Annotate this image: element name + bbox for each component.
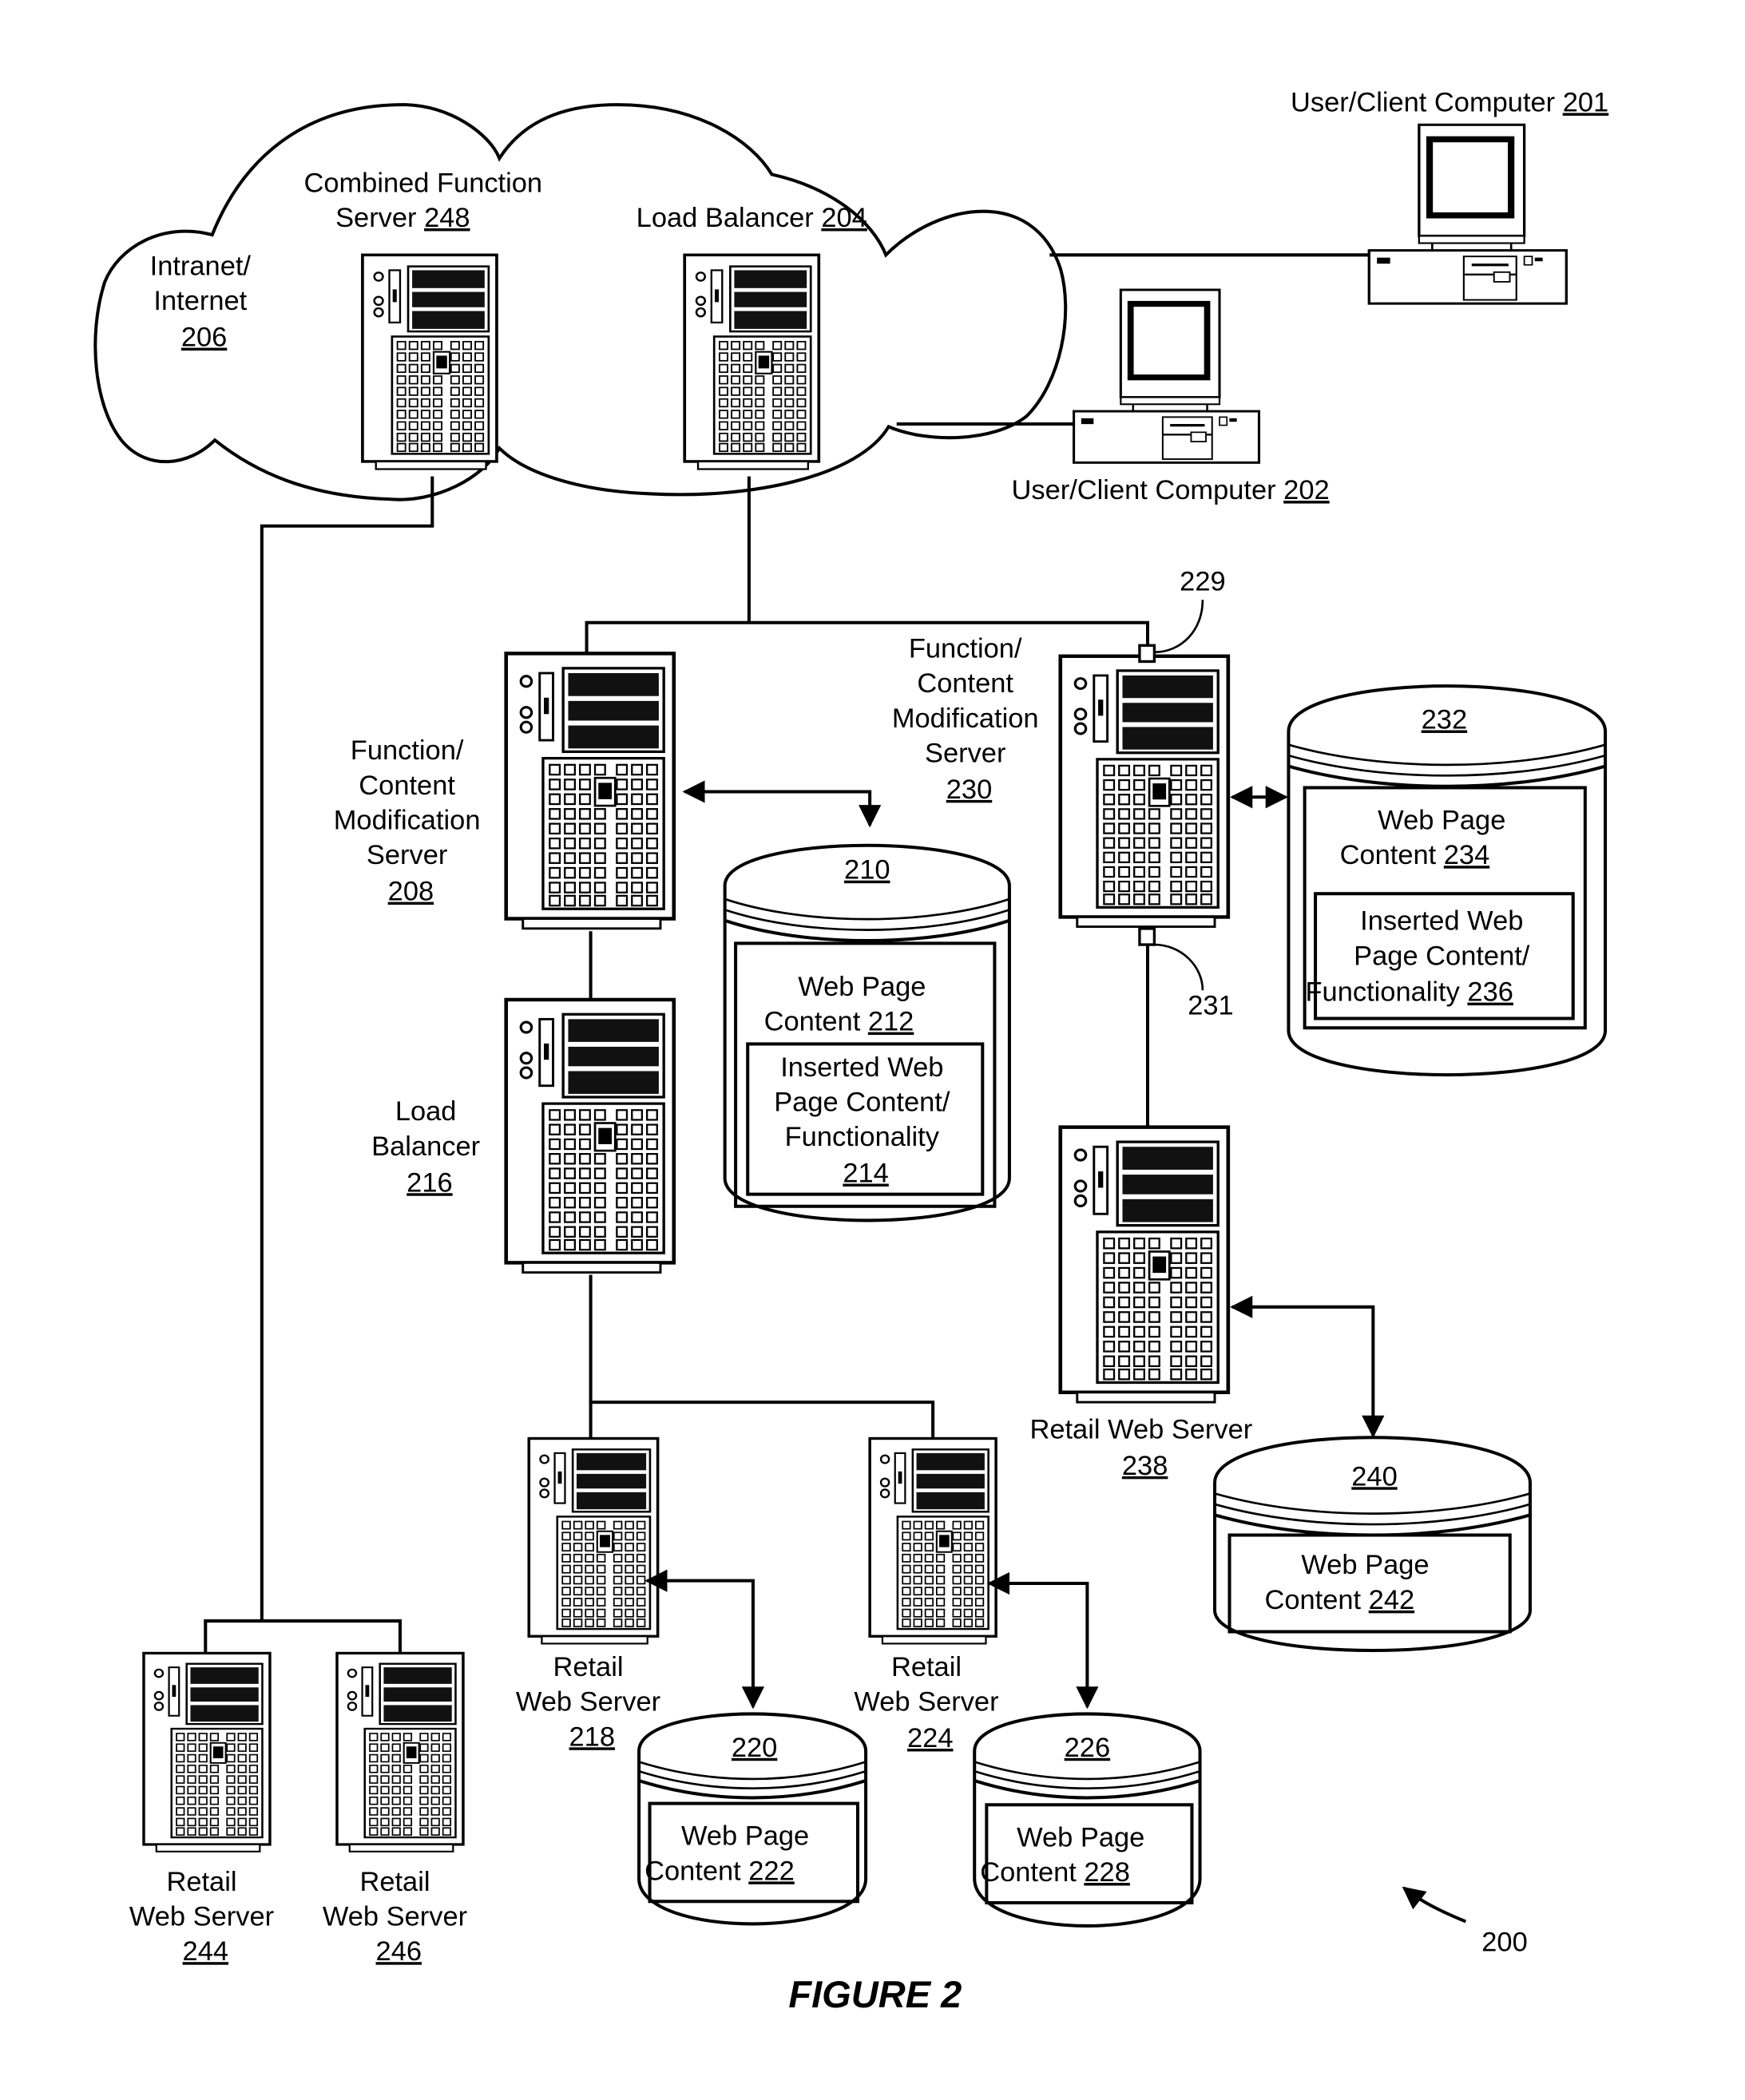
port-231-label: 231 — [1188, 990, 1233, 1020]
db-226-label: 226 — [1065, 1733, 1110, 1763]
retail-238-label: Retail Web Server 238 — [1029, 1415, 1259, 1481]
db-220-label: 220 — [732, 1733, 777, 1763]
retail-224-label: Retail Web Server 224 — [854, 1652, 1006, 1753]
retail-web-server-238[interactable] — [1061, 1127, 1228, 1402]
web-page-content-234: Web Page Content 234 — [1340, 806, 1513, 871]
client-202-label: User/Client Computer 202 — [1012, 475, 1330, 505]
figure-reference-arrow — [1402, 1886, 1467, 1924]
web-page-content-222: Web Page Content 222 — [644, 1821, 817, 1887]
port-231[interactable] — [1138, 927, 1156, 946]
server-icon — [142, 1651, 272, 1853]
load-balancer-216-label: Load Balancer 216 — [371, 1096, 488, 1198]
inserted-content-214: Inserted Web Page Content/ Functionality… — [774, 1052, 958, 1189]
retail-web-server-224[interactable] — [868, 1436, 997, 1646]
port-229-label: 229 — [1180, 566, 1225, 596]
web-page-content-242: Web Page Content 242 — [1264, 1550, 1437, 1615]
function-content-modification-server-208[interactable] — [506, 653, 674, 928]
retail-246-label: Retail Web Server 246 — [323, 1867, 475, 1967]
load-balancer-204-label: Load Balancer 204 — [637, 203, 867, 233]
figure-reference-numeral: 200 — [1481, 1927, 1527, 1957]
web-page-content-212: Web Page Content 212 — [764, 972, 934, 1037]
server-icon — [868, 1436, 997, 1646]
server-icon — [527, 1436, 660, 1646]
network-label: Intranet/ Internet 206 — [150, 252, 259, 353]
web-page-content-228: Web Page Content 228 — [980, 1822, 1152, 1888]
desktop-computer-icon — [1074, 290, 1259, 462]
server-icon — [1061, 1127, 1228, 1402]
combined-function-server-label: Combined Function Server 248 — [303, 168, 549, 233]
server-icon — [335, 1651, 465, 1853]
port-229[interactable] — [1138, 644, 1156, 664]
server-icon — [506, 653, 674, 928]
server-208-label: Function/ Content Modification Server 20… — [334, 735, 488, 906]
retail-web-server-218[interactable] — [527, 1436, 660, 1646]
user-client-computer-201[interactable] — [1369, 125, 1566, 303]
server-icon — [361, 253, 498, 471]
figure-caption: FIGURE 2 — [788, 1973, 962, 2015]
server-icon — [506, 1000, 674, 1273]
link-248-to-retail-244-246 — [260, 476, 434, 1622]
link-208-db-210 — [682, 780, 882, 828]
server-230-label: Function/ Content Modification Server 23… — [892, 633, 1046, 804]
server-icon — [683, 253, 821, 471]
user-client-computer-202[interactable] — [1074, 290, 1259, 462]
link-bus-244-246 — [204, 1619, 402, 1654]
retail-web-server-246[interactable] — [335, 1651, 465, 1853]
load-balancer-204[interactable] — [683, 253, 821, 471]
db-240-label: 240 — [1351, 1461, 1397, 1492]
retail-244-label: Retail Web Server 244 — [129, 1867, 282, 1967]
inserted-content-236: Inserted Web Page Content/ Functionality… — [1306, 906, 1537, 1008]
client-201-label: User/Client Computer 201 — [1291, 87, 1608, 117]
retail-web-server-244[interactable] — [142, 1651, 272, 1853]
load-balancer-216[interactable] — [506, 1000, 674, 1273]
desktop-computer-icon — [1369, 125, 1566, 303]
db-232-label: 232 — [1422, 705, 1467, 735]
function-content-modification-server-230[interactable] — [1061, 656, 1228, 927]
link-bus-208-230 — [585, 620, 1150, 654]
db-210-label: 210 — [844, 855, 890, 886]
link-216-retail-218-224 — [589, 1274, 935, 1439]
server-icon — [1061, 656, 1228, 927]
combined-function-server-248[interactable] — [361, 253, 498, 471]
leader-229 — [1154, 600, 1204, 654]
leader-231 — [1154, 943, 1204, 991]
database-232[interactable] — [1287, 684, 1608, 1077]
network-diagram: Intranet/ Internet 206 Combined Function… — [93, 87, 1608, 2015]
